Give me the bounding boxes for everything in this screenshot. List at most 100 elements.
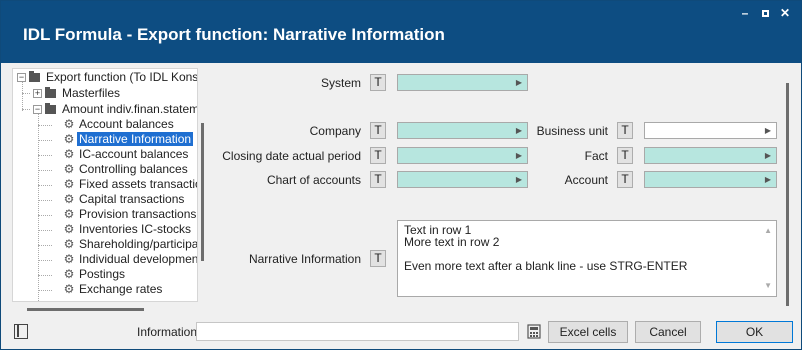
system-label: System bbox=[320, 76, 361, 90]
business-unit-field[interactable]: ▶ bbox=[644, 122, 777, 139]
gear-icon: ⚙ bbox=[63, 207, 75, 221]
narrative-textarea[interactable]: Text in row 1 More text in row 2 Even mo… bbox=[397, 220, 777, 297]
gear-icon: ⚙ bbox=[63, 222, 75, 236]
tree-item-export-function[interactable]: − Export function (To IDL Konsis bbox=[17, 70, 198, 85]
tree-item-exchange-rates[interactable]: ⚙ Exchange rates bbox=[63, 282, 164, 297]
closing-date-t-button[interactable]: T bbox=[370, 147, 386, 164]
tree-item-label: Provision transactions bbox=[79, 207, 197, 221]
system-field[interactable]: ▶ bbox=[397, 74, 528, 91]
panel-toggle-icon[interactable] bbox=[14, 324, 28, 339]
gear-icon: ⚙ bbox=[63, 177, 75, 191]
minimize-icon[interactable]: – bbox=[737, 5, 753, 21]
tree-item-label: Exchange rates bbox=[79, 282, 163, 296]
dialog-window: IDL Formula - Export function: Narrative… bbox=[0, 0, 802, 350]
tree-item-label: Shareholding/participati bbox=[79, 237, 198, 251]
tree-item-shareholding[interactable]: ⚙ Shareholding/participati bbox=[63, 237, 198, 252]
play-arrow-icon[interactable]: ▶ bbox=[765, 148, 771, 163]
tree-vertical-scrollbar[interactable] bbox=[201, 123, 204, 261]
form-vertical-scrollbar[interactable] bbox=[786, 83, 789, 306]
closing-date-field[interactable]: ▶ bbox=[397, 147, 528, 164]
excel-cells-button[interactable]: Excel cells bbox=[548, 321, 628, 343]
tree-item-provision-transactions[interactable]: ⚙ Provision transactions bbox=[63, 207, 197, 222]
narrative-information-label: Narrative Information bbox=[248, 252, 361, 266]
maximize-icon[interactable] bbox=[757, 5, 773, 21]
tree-item-masterfiles[interactable]: + Masterfiles bbox=[33, 86, 122, 101]
gear-icon: ⚙ bbox=[63, 132, 75, 146]
close-icon[interactable]: ✕ bbox=[777, 5, 793, 21]
calculator-icon[interactable] bbox=[527, 324, 541, 339]
tree-item-label: Export function (To IDL Konsis bbox=[46, 70, 198, 84]
gear-icon: ⚙ bbox=[63, 252, 75, 266]
tree-item-label: Narrative Information bbox=[75, 131, 195, 147]
chart-of-accounts-label: Chart of accounts bbox=[266, 173, 361, 187]
tree-item-amount-indiv[interactable]: − Amount indiv.finan.stateme bbox=[33, 102, 198, 117]
narrative-t-button[interactable]: T bbox=[370, 250, 386, 267]
chart-of-accounts-field[interactable]: ▶ bbox=[397, 171, 528, 188]
information-input[interactable] bbox=[196, 322, 519, 341]
closing-date-label: Closing date actual period bbox=[222, 149, 361, 163]
narrative-line: Even more text after a blank line - use … bbox=[404, 259, 688, 273]
tree-item-label: Inventories IC-stocks bbox=[79, 222, 192, 236]
gear-icon: ⚙ bbox=[63, 237, 75, 251]
tree-item-label: Masterfiles bbox=[62, 86, 121, 100]
account-label: Account bbox=[564, 173, 608, 187]
business-unit-label: Business unit bbox=[536, 124, 608, 138]
tree-item-fixed-assets[interactable]: ⚙ Fixed assets transactio bbox=[63, 177, 198, 192]
tree-item-label: Controlling balances bbox=[79, 162, 188, 176]
play-arrow-icon[interactable]: ▶ bbox=[516, 172, 522, 187]
chart-of-accounts-t-button[interactable]: T bbox=[370, 171, 386, 188]
collapse-toggle-icon[interactable]: − bbox=[17, 73, 26, 83]
tree-horizontal-scrollbar[interactable] bbox=[27, 308, 144, 311]
folder-icon bbox=[29, 71, 40, 83]
gear-icon: ⚙ bbox=[63, 282, 75, 296]
folder-icon bbox=[45, 103, 56, 115]
gear-icon: ⚙ bbox=[63, 267, 75, 281]
fact-label: Fact bbox=[584, 149, 608, 163]
tree-item-capital-transactions[interactable]: ⚙ Capital transactions bbox=[63, 192, 186, 207]
account-field[interactable]: ▶ bbox=[644, 171, 777, 188]
ok-button[interactable]: OK bbox=[716, 321, 793, 343]
tree-item-account-balances[interactable]: ⚙ Account balances bbox=[63, 117, 176, 132]
company-label: Company bbox=[309, 124, 361, 138]
window-title: IDL Formula - Export function: Narrative… bbox=[23, 25, 445, 44]
fact-field[interactable]: ▶ bbox=[644, 147, 777, 164]
tree-item-label: Capital transactions bbox=[79, 192, 185, 206]
tree-panel: − Export function (To IDL Konsis + Masterf… bbox=[12, 68, 198, 302]
company-field[interactable]: ▶ bbox=[397, 122, 528, 139]
company-t-button[interactable]: T bbox=[370, 122, 386, 139]
tree-item-label: Account balances bbox=[79, 117, 174, 131]
tree-item-inventories[interactable]: ⚙ Inventories IC-stocks bbox=[63, 222, 193, 237]
tree-item-label: Fixed assets transactio bbox=[79, 177, 198, 191]
tree-item-label: Postings bbox=[79, 267, 126, 281]
collapse-toggle-icon[interactable]: − bbox=[33, 105, 42, 115]
title-bar: IDL Formula - Export function: Narrative… bbox=[1, 1, 801, 63]
tree-item-label: Individual development t bbox=[79, 252, 198, 266]
tree-item-narrative-information[interactable]: ⚙ Narrative Information bbox=[63, 131, 195, 147]
narrative-line: More text in row 2 bbox=[404, 235, 500, 249]
information-label: Information bbox=[137, 325, 198, 339]
tree-item-ic-account-balances[interactable]: ⚙ IC-account balances bbox=[63, 147, 190, 162]
account-t-button[interactable]: T bbox=[617, 171, 633, 188]
scroll-down-icon[interactable]: ▼ bbox=[764, 280, 772, 292]
play-arrow-icon[interactable]: ▶ bbox=[516, 123, 522, 138]
tree-item-controlling-balances[interactable]: ⚙ Controlling balances bbox=[63, 162, 190, 177]
cancel-button[interactable]: Cancel bbox=[635, 321, 701, 343]
expand-toggle-icon[interactable]: + bbox=[33, 89, 42, 99]
gear-icon: ⚙ bbox=[63, 117, 75, 131]
system-t-button[interactable]: T bbox=[370, 74, 386, 91]
business-unit-t-button[interactable]: T bbox=[617, 122, 633, 139]
gear-icon: ⚙ bbox=[63, 147, 75, 161]
scroll-up-icon[interactable]: ▲ bbox=[764, 225, 772, 237]
tree-item-label: IC-account balances bbox=[79, 147, 189, 161]
gear-icon: ⚙ bbox=[63, 192, 75, 206]
play-arrow-icon[interactable]: ▶ bbox=[516, 148, 522, 163]
gear-icon: ⚙ bbox=[63, 162, 75, 176]
tree-item-postings[interactable]: ⚙ Postings bbox=[63, 267, 127, 282]
play-arrow-icon[interactable]: ▶ bbox=[765, 172, 771, 187]
tree-item-individual-development[interactable]: ⚙ Individual development t bbox=[63, 252, 198, 267]
play-arrow-icon[interactable]: ▶ bbox=[516, 75, 522, 90]
play-arrow-icon[interactable]: ▶ bbox=[765, 123, 771, 138]
tree-item-label: Amount indiv.finan.stateme bbox=[62, 102, 198, 116]
fact-t-button[interactable]: T bbox=[617, 147, 633, 164]
folder-icon bbox=[45, 87, 56, 99]
